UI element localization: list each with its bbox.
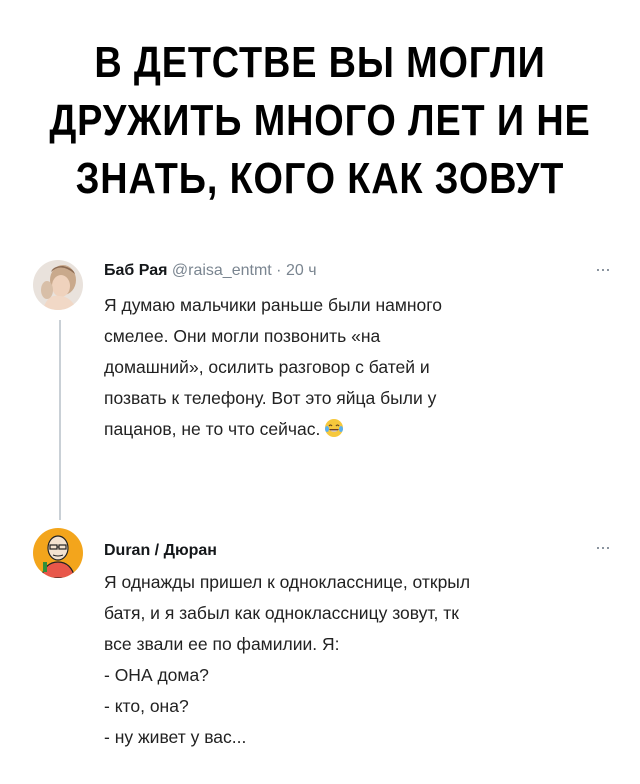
tweet-text-line: смелее. Они могли позвонить «на <box>104 326 381 346</box>
tweet-text-line-last: пацанов, не то что сейчас. <box>104 414 610 445</box>
author-name[interactable]: Duran / Дюран <box>104 542 217 559</box>
tweet-text-fragment: пацанов, не то что сейчас. <box>104 419 321 439</box>
tears-of-joy-emoji-icon <box>324 417 344 437</box>
tweet-header: Баб Рая @raisa_entmt · 20 ч <box>104 261 317 281</box>
thread-connector-line <box>59 320 61 520</box>
author-handle[interactable]: @raisa_entmt <box>172 262 272 279</box>
headline-line: В ДЕТСТВЕ ВЫ МОГЛИ <box>94 38 546 87</box>
tweet-text-line: позвать к телефону. Вот это яйца были у <box>104 388 437 408</box>
tweet-text-line: все звали ее по фамилии. Я: <box>104 634 340 654</box>
more-options-icon[interactable]: ··· <box>595 260 611 278</box>
tweet-text-line: - кто, она? <box>104 696 189 716</box>
tweet-text-line: - ОНА дома? <box>104 665 209 685</box>
tweet-text-line: Я однажды пришел к однокласснице, открыл <box>104 572 471 592</box>
tweet-text-line: домашний», осилить разговор с батей и <box>104 357 430 377</box>
meta-separator: · <box>276 262 282 279</box>
tweet-text: Я думаю мальчики раньше были намного сме… <box>104 290 610 445</box>
more-options-icon[interactable]: ··· <box>595 538 611 556</box>
headline-line: ДРУЖИТЬ МНОГО ЛЕТ И НЕ <box>49 96 591 145</box>
tweet-text-line: Я думаю мальчики раньше были намного <box>104 295 443 315</box>
headline-line: ЗНАТЬ, КОГО КАК ЗОВУТ <box>75 154 565 203</box>
man-cartoon-avatar[interactable] <box>33 528 83 578</box>
headline: В ДЕТСТВЕ ВЫ МОГЛИ ДРУЖИТЬ МНОГО ЛЕТ И Н… <box>45 34 595 208</box>
woman-photo-avatar[interactable] <box>33 260 83 310</box>
tweet-header: Duran / Дюран <box>104 541 217 561</box>
tweet-text-line: - ну живет у вас... <box>104 727 247 747</box>
tweet-time[interactable]: 20 ч <box>286 262 317 279</box>
author-name[interactable]: Баб Рая <box>104 262 167 279</box>
tweet-text: Я однажды пришел к однокласснице, открыл… <box>104 567 610 753</box>
tweet-text-line: батя, и я забыл как одноклассницу зовут,… <box>104 603 459 623</box>
